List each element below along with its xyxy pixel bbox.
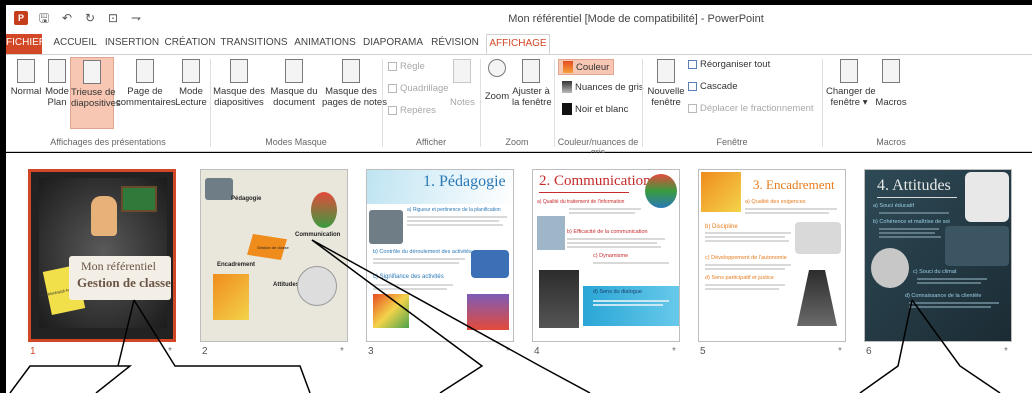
callout-pointer-3 [859, 299, 913, 393]
callout-edge-1 [133, 299, 311, 393]
callout-pointer-2 [311, 239, 484, 393]
callout-pointer-1 [117, 299, 135, 367]
callout-edge-2 [311, 239, 591, 393]
callout-shape-left [9, 365, 133, 393]
callout-edge-3 [911, 299, 1001, 393]
powerpoint-window: P 🖫 ↶ ↻ ⊡ ⇁ Mon référentiel [Mode de com… [0, 0, 1032, 393]
callout-shapes [9, 239, 1001, 393]
